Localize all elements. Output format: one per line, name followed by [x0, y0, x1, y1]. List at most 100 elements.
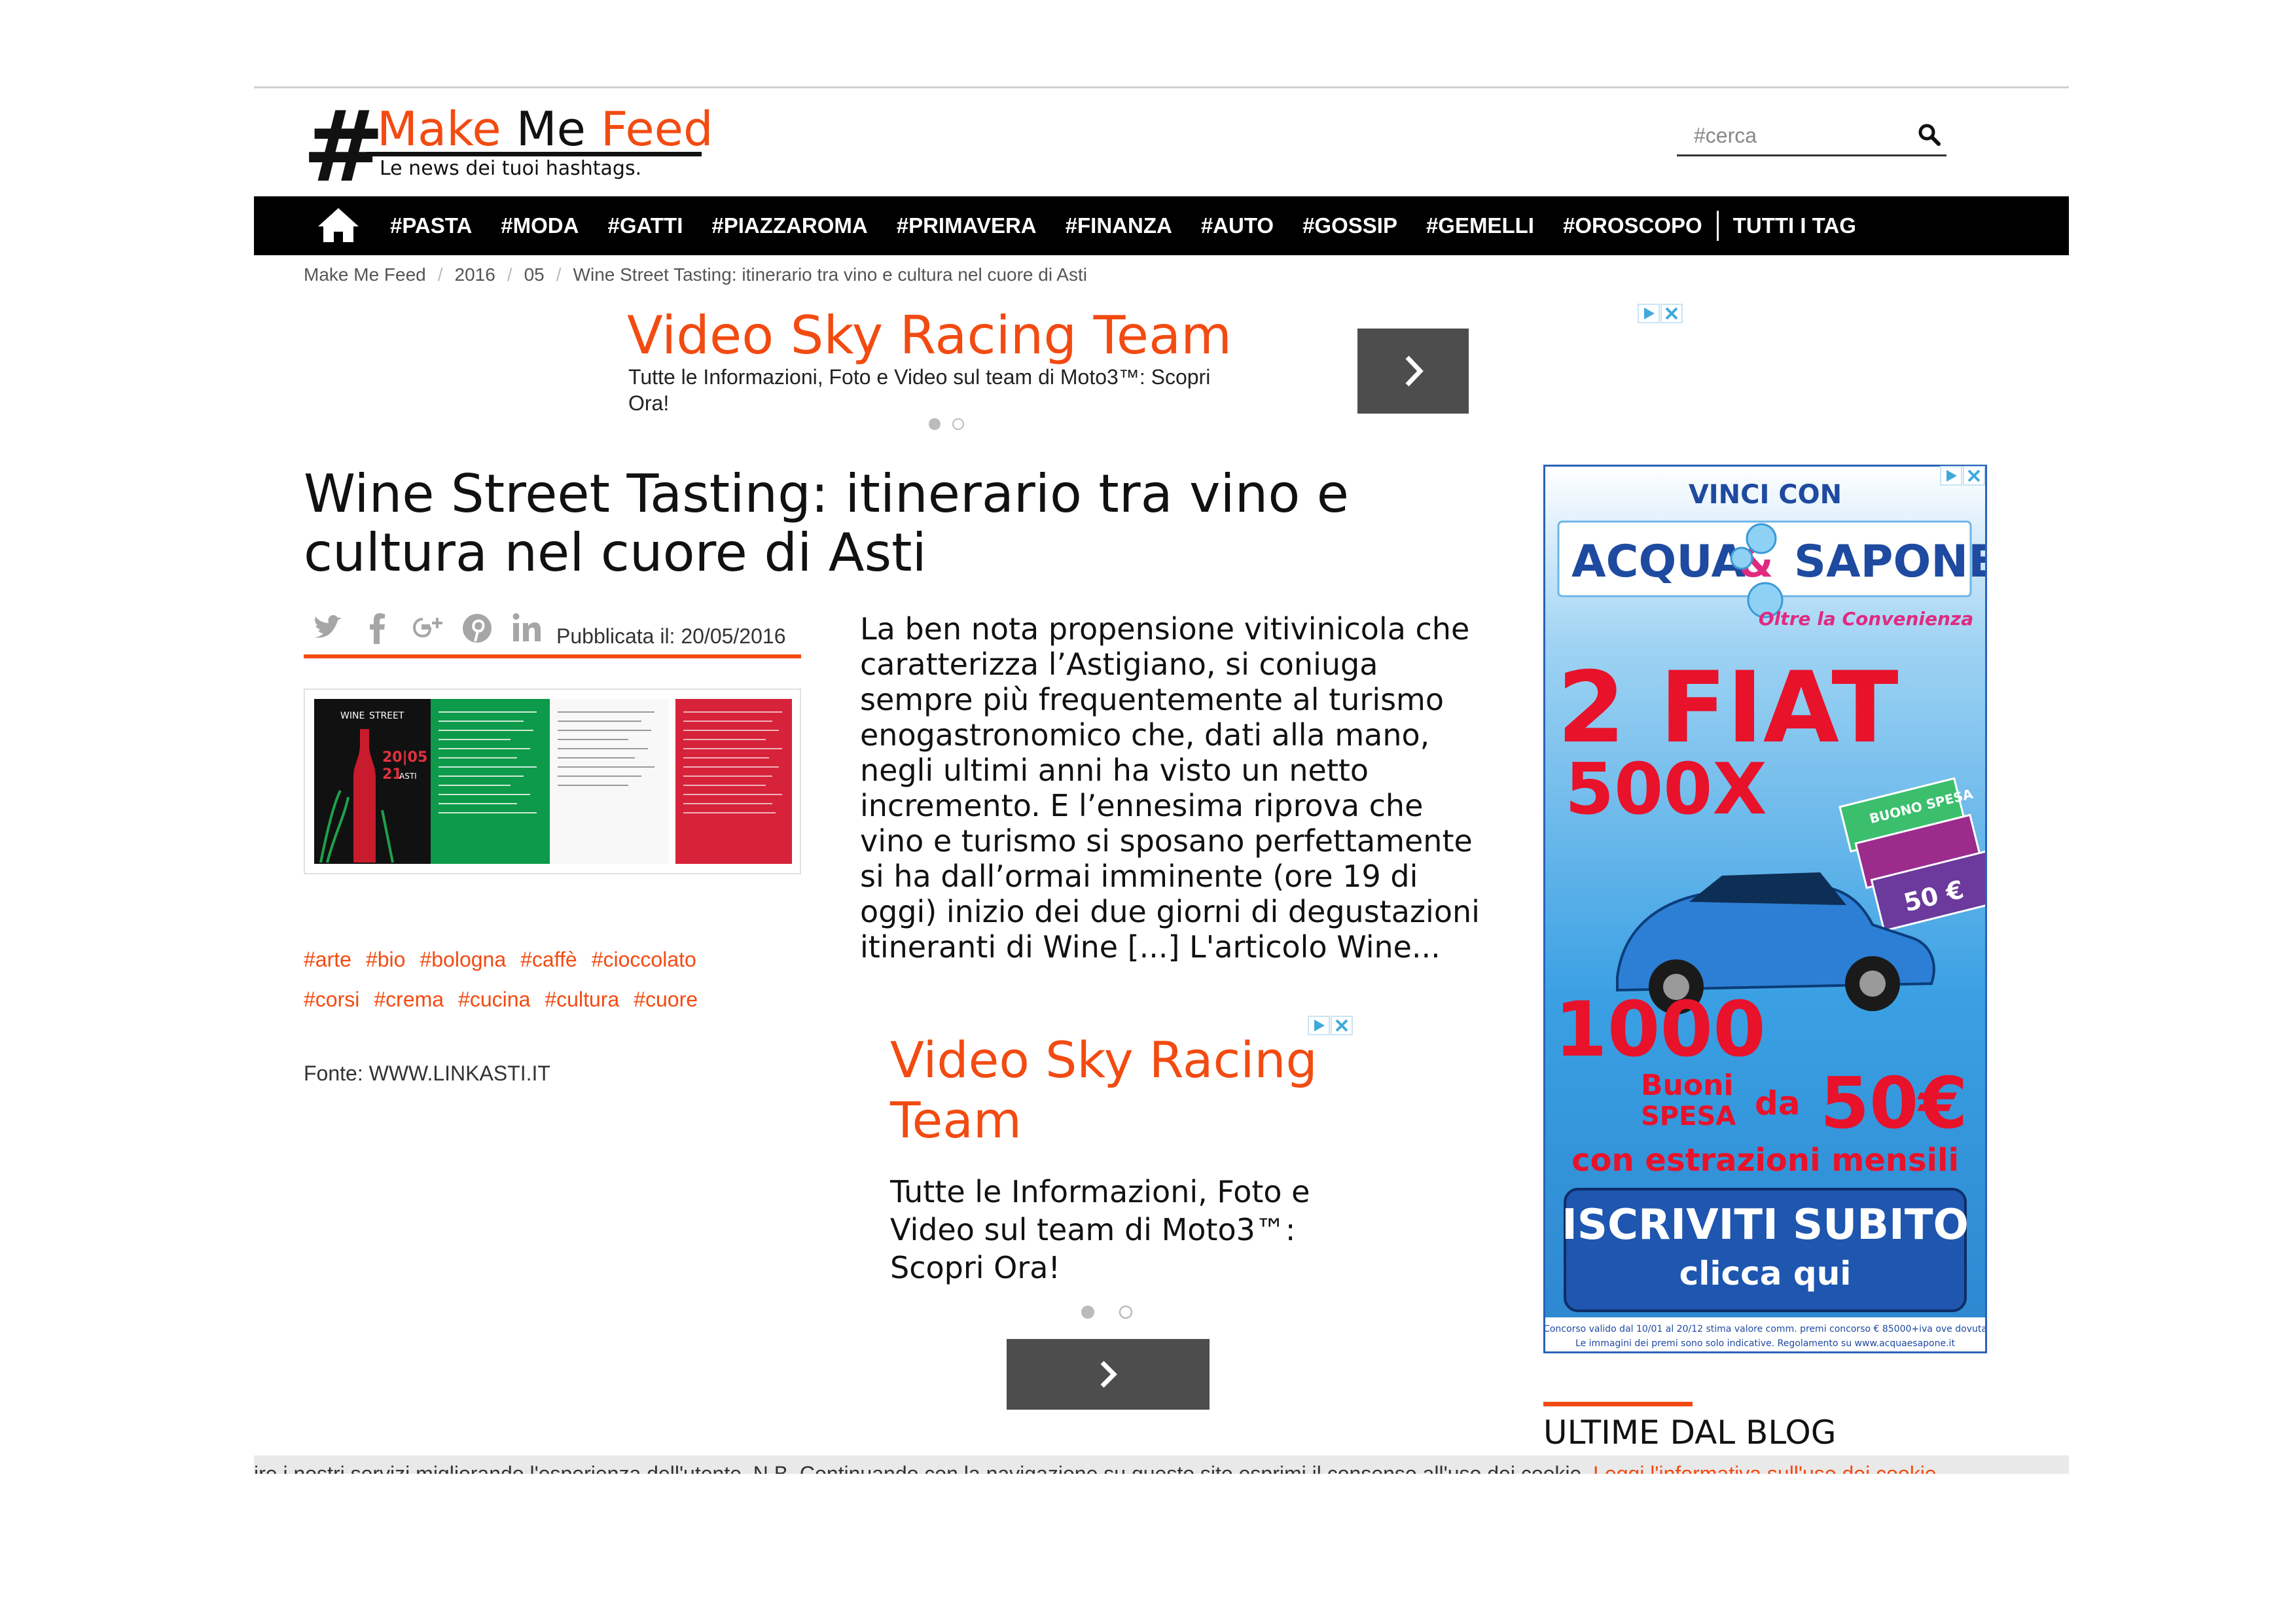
source-link[interactable]: WWW.LINKASTI.IT	[369, 1061, 550, 1085]
banner-cta-sub: clicca qui	[1679, 1255, 1852, 1293]
nav-list: #PASTA #MODA #GATTI #PIAZZAROMA #PRIMAVE…	[390, 196, 1885, 255]
article-title: Wine Street Tasting: itinerario tra vino…	[304, 463, 1349, 583]
banner-vinci-con: VINCI CON	[1689, 480, 1842, 510]
poster-city: ASTI	[399, 772, 417, 781]
search-form	[1677, 118, 1946, 156]
cookie-text-wrap: ire i nostri servizi migliorando l'esper…	[254, 1455, 1937, 1474]
nav-item-oroscopo[interactable]: #OROSCOPO	[1563, 213, 1702, 238]
adchoices-icon[interactable]	[1638, 304, 1683, 323]
breadcrumb: Make Me Feed / 2016 / 05 / Wine Street Tasting…	[304, 264, 1087, 285]
tag-link[interactable]: #bio	[366, 948, 406, 972]
logo-hash[interactable]: #	[302, 98, 385, 196]
search-icon[interactable]	[1916, 122, 1943, 148]
article-source: Fonte: WWW.LINKASTI.IT	[304, 1061, 550, 1086]
nav-item-moda[interactable]: #MODA	[501, 213, 579, 238]
publish-date: Pubblicata il: 20/05/2016	[556, 624, 785, 649]
ad-top-description[interactable]: Tutte le Informazioni, Foto e Video sul …	[628, 364, 1250, 416]
site-tagline: Le news dei tuoi hashtags.	[380, 157, 642, 180]
tag-link[interactable]: #caffè	[520, 948, 577, 972]
tag-link[interactable]: #bologna	[420, 948, 506, 972]
breadcrumb-home[interactable]: Make Me Feed	[304, 264, 426, 285]
cookie-text: ire i nostri servizi migliorando l'esper…	[254, 1462, 1588, 1474]
nav-separator	[1716, 211, 1719, 241]
banner-da: da	[1755, 1084, 1801, 1122]
share-underline	[304, 654, 801, 658]
nav-item-piazzaroma[interactable]: #PIAZZAROMA	[711, 213, 867, 238]
banner-fineprint-2: Le immagini dei premi sono solo indicati…	[1575, 1338, 1955, 1349]
banner-headline-1: 2 FIAT	[1557, 651, 1899, 765]
logo-word-make: Make	[377, 101, 501, 156]
blog-heading: ULTIME DAL BLOG	[1543, 1414, 1837, 1452]
sidebar-banner-ad[interactable]: VINCI CON ACQUA & SAPONE Oltre la Conven…	[1543, 465, 1987, 1353]
banner-value: 50€	[1820, 1063, 1967, 1145]
pinterest-icon[interactable]	[459, 609, 495, 648]
logo-word-me: Me	[516, 101, 586, 156]
breadcrumb-separator: /	[507, 264, 512, 285]
nav-item-gemelli[interactable]: #GEMELLI	[1426, 213, 1534, 238]
tag-link[interactable]: #cucina	[458, 988, 530, 1012]
article-excerpt: La ben nota propensione vitivinicola che…	[860, 611, 1480, 965]
publish-date-label: Pubblicata il:	[556, 624, 675, 648]
google-plus-icon[interactable]	[410, 609, 445, 648]
publish-date-value: 20/05/2016	[681, 624, 786, 648]
linkedin-icon[interactable]	[509, 609, 545, 648]
breadcrumb-current: Wine Street Tasting: itinerario tra vino…	[573, 264, 1087, 285]
banner-estrazioni: con estrazioni mensili	[1571, 1142, 1959, 1179]
tag-list: #arte #bio #bologna #caffè #cioccolato #…	[304, 948, 801, 1027]
nav-item-all-tags[interactable]: TUTTI I TAG	[1733, 213, 1856, 238]
breadcrumb-separator: /	[556, 264, 562, 285]
poster-date-top: 20|05	[382, 749, 427, 766]
chevron-right-icon	[1100, 1361, 1117, 1388]
banner-brand-left: ACQUA	[1571, 536, 1746, 588]
site-logo[interactable]: Make Me Feed	[377, 99, 713, 158]
tag-link[interactable]: #arte	[304, 948, 351, 972]
banner-spesa: SPESA	[1641, 1101, 1736, 1132]
poster-brand-2: STREET	[369, 711, 404, 721]
tag-row: #corsi #crema #cucina #cultura #cuore	[304, 988, 801, 1012]
nav-item-auto[interactable]: #AUTO	[1201, 213, 1274, 238]
logo-underline	[367, 152, 702, 156]
breadcrumb-separator: /	[437, 264, 443, 285]
ad-mid-title[interactable]: Video Sky Racing Team	[890, 1030, 1348, 1150]
ad-mid-pagination[interactable]	[1073, 1302, 1139, 1322]
breadcrumb-month[interactable]: 05	[524, 264, 545, 285]
breadcrumb-year[interactable]: 2016	[455, 264, 495, 285]
nav-item-gatti[interactable]: #GATTI	[607, 213, 683, 238]
article-thumbnail[interactable]: WINE STREET 20|05 21 ASTI	[304, 688, 801, 874]
logo-word-feed: Feed	[600, 101, 713, 156]
ad-top-title[interactable]: Video Sky Racing Team	[627, 305, 1232, 366]
ad-top-next-button[interactable]	[1357, 329, 1469, 414]
search-input[interactable]	[1677, 118, 1912, 153]
source-label: Fonte:	[304, 1061, 363, 1085]
banner-slogan: Oltre la Convenienza	[1759, 608, 1973, 630]
nav-item-gossip[interactable]: #GOSSIP	[1302, 213, 1397, 238]
home-icon[interactable]	[317, 207, 360, 243]
ad-top-pagination[interactable]	[927, 416, 966, 432]
banner-fineprint-1: Concorso valido dal 10/01 al 20/12 stima…	[1545, 1324, 1985, 1334]
banner-cta: ISCRIVITI SUBITO	[1562, 1201, 1969, 1249]
ad-mid-next-button[interactable]	[1007, 1339, 1210, 1410]
twitter-icon[interactable]	[310, 609, 346, 648]
adchoices-icon[interactable]	[1940, 466, 1986, 486]
acqua-sapone-banner: VINCI CON ACQUA & SAPONE Oltre la Conven…	[1545, 467, 1985, 1351]
facebook-icon[interactable]	[360, 609, 395, 648]
cookie-banner: ire i nostri servizi migliorando l'esper…	[254, 1455, 2069, 1474]
nav-item-pasta[interactable]: #PASTA	[390, 213, 472, 238]
wine-street-poster-image: WINE STREET 20|05 21 ASTI	[314, 699, 792, 864]
tag-link[interactable]: #corsi	[304, 988, 359, 1012]
banner-headline-2: 500X	[1565, 749, 1767, 830]
tag-link[interactable]: #crema	[374, 988, 444, 1012]
tag-link[interactable]: #cuore	[634, 988, 698, 1012]
share-icons	[310, 609, 545, 648]
nav-item-primavera[interactable]: #PRIMAVERA	[897, 213, 1037, 238]
blog-heading-accent	[1543, 1402, 1693, 1406]
banner-count: 1000	[1554, 986, 1766, 1074]
tag-link[interactable]: #cioccolato	[592, 948, 696, 972]
nav-item-finanza[interactable]: #FINANZA	[1066, 213, 1172, 238]
ad-mid-description[interactable]: Tutte le Informazioni, Foto e Video sul …	[890, 1173, 1348, 1287]
tag-link[interactable]: #cultura	[545, 988, 619, 1012]
banner-brand-right: SAPONE	[1794, 536, 1985, 588]
cookie-policy-link[interactable]: Leggi l'informativa sull'uso dei cookie	[1593, 1462, 1937, 1474]
tag-row: #arte #bio #bologna #caffè #cioccolato	[304, 948, 801, 972]
chevron-right-icon	[1405, 355, 1424, 387]
